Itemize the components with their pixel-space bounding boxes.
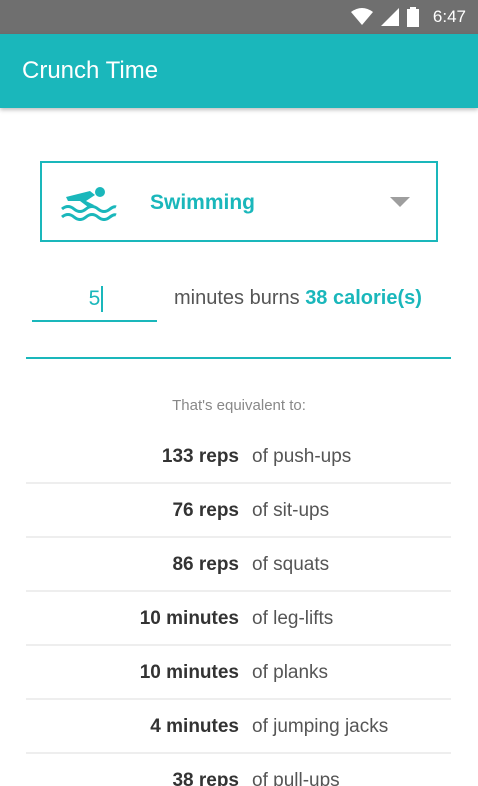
list-item: 86 reps of squats bbox=[26, 538, 451, 592]
equivalent-activity: of jumping jacks bbox=[252, 716, 389, 737]
equivalent-amount: 38 reps bbox=[172, 770, 239, 786]
list-item: 10 minutes of leg-lifts bbox=[26, 592, 451, 646]
minutes-field bbox=[32, 280, 157, 322]
equivalents-header: That's equivalent to: bbox=[172, 397, 306, 414]
equivalent-activity: of pull-ups bbox=[252, 770, 340, 786]
equivalent-activity: of leg-lifts bbox=[252, 608, 334, 629]
list-item: 10 minutes of planks bbox=[26, 646, 451, 700]
equivalent-activity: of sit-ups bbox=[252, 500, 330, 521]
wifi-icon bbox=[350, 8, 373, 25]
equivalent-activity: of planks bbox=[252, 662, 329, 683]
divider bbox=[26, 357, 451, 359]
cell-signal-icon bbox=[380, 8, 399, 26]
equivalent-activity: of squats bbox=[252, 554, 330, 575]
selected-activity: Swimming bbox=[150, 191, 256, 214]
status-time: 6:47 bbox=[432, 7, 466, 26]
equivalent-activity: of push-ups bbox=[252, 446, 352, 467]
equivalent-amount: 4 minutes bbox=[150, 716, 239, 737]
equivalent-amount: 10 minutes bbox=[139, 608, 239, 629]
app-title: Crunch Time bbox=[22, 57, 159, 84]
list-item: 133 reps of push-ups bbox=[26, 430, 451, 484]
burns-label: minutes burns bbox=[174, 287, 300, 309]
equivalent-amount: 86 reps bbox=[172, 554, 239, 575]
equivalent-amount: 10 minutes bbox=[139, 662, 239, 683]
battery-icon bbox=[406, 7, 419, 27]
app-bar: Crunch Time bbox=[0, 34, 478, 108]
equivalent-amount: 133 reps bbox=[161, 446, 239, 467]
equivalent-amount: 76 reps bbox=[172, 500, 239, 521]
minutes-input[interactable] bbox=[32, 280, 157, 318]
list-item: 4 minutes of jumping jacks bbox=[26, 700, 451, 754]
calories-value: 38 calorie(s) bbox=[305, 287, 422, 309]
list-item: 76 reps of sit-ups bbox=[26, 484, 451, 538]
dropdown-arrow-icon bbox=[390, 197, 410, 207]
activity-selector[interactable]: Swimming bbox=[40, 161, 438, 242]
status-bar: 6:47 bbox=[0, 0, 478, 34]
text-cursor bbox=[101, 286, 103, 312]
swimmer-icon bbox=[61, 187, 117, 221]
burn-summary: minutes burns 38 calorie(s) bbox=[174, 287, 422, 310]
list-item: 38 reps of pull-ups bbox=[26, 754, 451, 786]
